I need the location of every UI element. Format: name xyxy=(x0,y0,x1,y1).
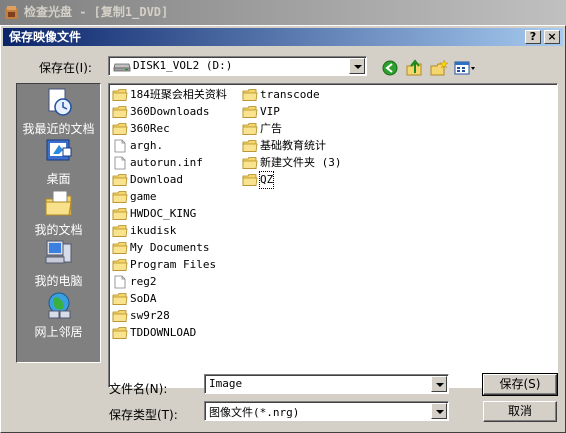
item-name: transcode xyxy=(260,88,320,101)
item-name: autorun.inf xyxy=(130,156,203,169)
folder-icon xyxy=(112,106,128,118)
save-button-label: 保存(S) xyxy=(499,377,541,391)
folder-icon xyxy=(242,174,258,186)
item-name: VIP xyxy=(260,105,280,118)
up-folder-icon xyxy=(406,59,422,76)
cancel-button-label: 取消 xyxy=(507,404,532,418)
place-network-places[interactable]: 网上邻居 xyxy=(17,289,100,339)
file-icon xyxy=(114,275,126,289)
item-name: HWDOC_KING xyxy=(130,207,197,220)
filename-label: 文件名(N): xyxy=(109,382,168,396)
chevron-down-icon[interactable] xyxy=(431,403,447,419)
save-in-value: DISK1_VOL2 (D:) xyxy=(133,59,233,72)
folder-icon xyxy=(112,89,128,101)
folder-icon xyxy=(242,140,258,152)
filename-field[interactable]: Image xyxy=(204,374,449,394)
folder-icon xyxy=(112,208,128,220)
new-folder-button[interactable] xyxy=(429,58,451,80)
my-computer-icon xyxy=(45,240,72,264)
item-name: 新建文件夹 (3) xyxy=(260,156,342,169)
item-name: game xyxy=(130,190,157,203)
place-label: 我最近的文档 xyxy=(22,122,95,136)
item-name: Program Files xyxy=(130,258,217,271)
item-name: 基础教育统计 xyxy=(260,139,326,152)
filetype-label: 保存类型(T): xyxy=(109,408,178,422)
my-documents-icon xyxy=(45,190,72,216)
save-in-label: 保存在(I): xyxy=(39,61,92,75)
file-list[interactable]: 184班聚会相关资料 360Downloads 360Rec argh. autorun… xyxy=(108,83,558,388)
file-icon xyxy=(114,139,126,153)
place-label: 桌面 xyxy=(46,172,71,186)
desktop-icon xyxy=(46,139,72,161)
close-button[interactable]: × xyxy=(544,30,560,44)
place-label: 网上邻居 xyxy=(34,325,83,339)
item-name: 360Downloads xyxy=(130,105,210,118)
view-menu-icon xyxy=(454,61,475,75)
parent-window-title: 检查光盘 - [复制1_DVD] xyxy=(24,5,169,19)
item-name: My Documents xyxy=(130,241,210,254)
save-button[interactable]: 保存(S) xyxy=(482,373,558,396)
drive-icon xyxy=(113,63,131,72)
folder-icon xyxy=(242,157,258,169)
item-name: sw9r28 xyxy=(130,309,170,322)
folder-icon xyxy=(112,242,128,254)
place-my-documents[interactable]: 我的文档 xyxy=(17,187,100,237)
help-button[interactable]: ? xyxy=(525,30,541,44)
save-in-dropdown[interactable]: DISK1_VOL2 (D:) xyxy=(108,56,367,76)
save-image-dialog: 保存映像文件 ? × 保存在(I): DISK1_VOL2 (D:) 我最近的文… xyxy=(0,25,566,433)
filename-value: Image xyxy=(209,377,243,390)
back-arrow-icon xyxy=(382,60,398,76)
item-name: 184班聚会相关资料 xyxy=(130,88,227,101)
places-bar: 我最近的文档 桌面 我的文档 我的电脑 网上邻居 xyxy=(16,83,101,363)
item-name: reg2 xyxy=(130,275,157,288)
chevron-down-icon[interactable] xyxy=(431,376,447,392)
item-name: argh. xyxy=(130,139,164,152)
filetype-value: 图像文件(*.nrg) xyxy=(209,406,300,419)
folder-icon xyxy=(112,225,128,237)
folder-icon xyxy=(112,310,128,322)
app-icon xyxy=(5,6,18,19)
filetype-dropdown[interactable]: 图像文件(*.nrg) xyxy=(204,401,449,421)
item-name: Download xyxy=(130,173,183,186)
file-icon xyxy=(114,156,126,170)
dialog-titlebar: 保存映像文件 ? × xyxy=(3,28,563,46)
folder-icon xyxy=(112,191,128,203)
folder-icon xyxy=(112,123,128,135)
item-name: QZ xyxy=(258,171,275,189)
item-name: SoDA xyxy=(130,292,157,305)
network-places-icon xyxy=(48,292,71,319)
recent-documents-icon xyxy=(48,88,72,116)
close-icon: × xyxy=(547,30,557,43)
back-button[interactable] xyxy=(381,58,403,80)
folder-icon xyxy=(112,259,128,271)
place-my-computer[interactable]: 我的电脑 xyxy=(17,238,100,288)
place-label: 我的电脑 xyxy=(34,274,83,288)
dialog-title: 保存映像文件 xyxy=(9,30,82,44)
folder-icon xyxy=(242,89,258,101)
folder-icon xyxy=(112,293,128,305)
item-name: ikudisk xyxy=(130,224,177,237)
chevron-down-icon[interactable] xyxy=(349,58,365,74)
view-menu-button[interactable] xyxy=(453,58,479,80)
help-icon: ? xyxy=(529,30,537,43)
up-one-level-button[interactable] xyxy=(405,58,427,80)
folder-icon xyxy=(242,123,258,135)
cancel-button[interactable]: 取消 xyxy=(483,401,557,422)
item-name: 360Rec xyxy=(130,122,170,135)
place-label: 我的文档 xyxy=(34,223,83,237)
parent-window-titlebar: 检查光盘 - [复制1_DVD] xyxy=(0,0,566,25)
item-name: 广告 xyxy=(260,122,282,135)
folder-icon xyxy=(112,327,128,339)
new-folder-icon xyxy=(430,59,449,76)
place-desktop[interactable]: 桌面 xyxy=(17,136,100,186)
item-name: TDDOWNLOAD xyxy=(130,326,197,339)
place-recent-documents[interactable]: 我最近的文档 xyxy=(17,86,100,136)
folder-icon xyxy=(242,106,258,118)
folder-icon xyxy=(112,174,128,186)
